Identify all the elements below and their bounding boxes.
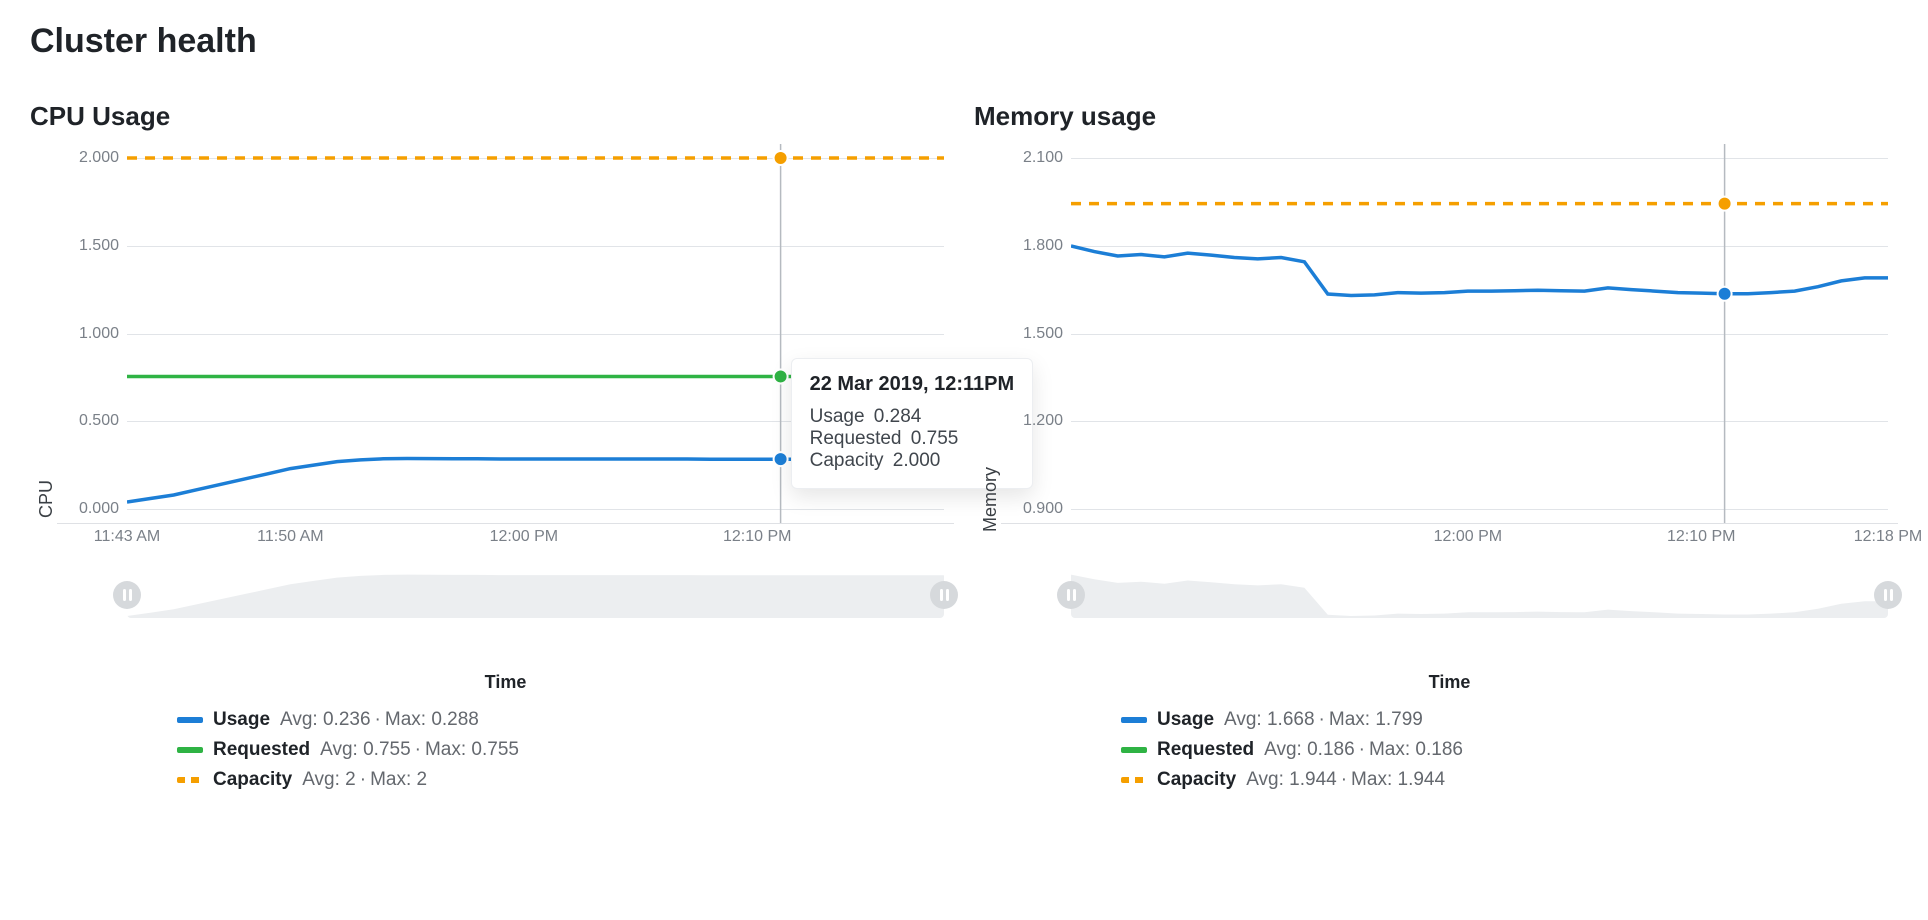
cpu-panel: CPU Usage CPU 2.000 1.500 1.000 0.500 <box>30 101 954 795</box>
y-tick: 2.100 <box>1001 149 1063 167</box>
x-tick: 12:10 PM <box>1667 528 1735 546</box>
memory-plot-area[interactable]: 2.100 1.800 1.500 1.200 0.900 <box>1001 144 1898 524</box>
cpu-x-axis-label: Time <box>57 672 954 693</box>
range-handle-right[interactable] <box>930 581 958 609</box>
legend-series-stats: Avg: 1.944·Max: 1.944 <box>1246 765 1445 795</box>
y-tick: 0.500 <box>57 412 119 430</box>
legend-item[interactable]: Usage Avg: 0.236·Max: 0.288 <box>177 705 954 735</box>
legend-series-stats: Avg: 0.186·Max: 0.186 <box>1264 735 1463 765</box>
charts-row: CPU Usage CPU 2.000 1.500 1.000 0.500 <box>30 101 1898 795</box>
cpu-y-axis-label: CPU <box>30 420 57 518</box>
x-tick: 12:00 PM <box>490 528 558 546</box>
y-tick: 0.900 <box>1001 500 1063 518</box>
memory-x-ticks: 12:00 PM12:10 PM12:18 PM <box>1071 528 1888 558</box>
x-tick: 12:00 PM <box>1434 528 1502 546</box>
y-tick: 1.200 <box>1001 412 1063 430</box>
y-tick: 1.500 <box>1001 325 1063 343</box>
legend-item[interactable]: Usage Avg: 1.668·Max: 1.799 <box>1121 705 1898 735</box>
legend-swatch <box>1121 747 1147 753</box>
range-slider-track <box>1071 572 1888 618</box>
x-tick: 12:10 PM <box>723 528 791 546</box>
legend-series-stats: Avg: 0.236·Max: 0.288 <box>280 705 479 735</box>
cpu-chart-title: CPU Usage <box>30 101 954 132</box>
range-slider-track <box>127 572 944 618</box>
memory-range-slider[interactable] <box>1071 572 1888 618</box>
legend-series-stats: Avg: 1.668·Max: 1.799 <box>1224 705 1423 735</box>
memory-chart-title: Memory usage <box>974 101 1898 132</box>
legend-series-name: Capacity <box>213 765 292 795</box>
y-tick: 2.000 <box>57 149 119 167</box>
legend-series-name: Usage <box>213 705 270 735</box>
x-tick: 12:18 PM <box>1854 528 1922 546</box>
legend-item[interactable]: Requested Avg: 0.755·Max: 0.755 <box>177 735 954 765</box>
range-handle-left[interactable] <box>113 581 141 609</box>
memory-y-axis-label: Memory <box>974 407 1001 532</box>
y-tick: 1.000 <box>57 325 119 343</box>
cpu-plot-area[interactable]: 2.000 1.500 1.000 0.500 0.000 22 Mar 201… <box>57 144 954 524</box>
memory-series-svg <box>1071 144 1888 523</box>
legend-series-stats: Avg: 2·Max: 2 <box>302 765 427 795</box>
range-handle-left[interactable] <box>1057 581 1085 609</box>
page-title: Cluster health <box>30 22 1898 61</box>
x-tick: 11:43 AM <box>94 528 160 546</box>
memory-panel: Memory usage Memory 2.100 1.800 1.500 1.… <box>974 101 1898 795</box>
legend-item[interactable]: Capacity Avg: 2·Max: 2 <box>177 765 954 795</box>
y-tick: 1.800 <box>1001 237 1063 255</box>
legend-series-name: Requested <box>1157 735 1254 765</box>
legend-series-name: Capacity <box>1157 765 1236 795</box>
legend-swatch <box>1121 717 1147 723</box>
legend-item[interactable]: Requested Avg: 0.186·Max: 0.186 <box>1121 735 1898 765</box>
legend-swatch <box>1121 777 1147 783</box>
legend-swatch <box>177 777 203 783</box>
range-handle-right[interactable] <box>1874 581 1902 609</box>
cpu-legend: UsageAvg: 0.236·Max: 0.288RequestedAvg: … <box>57 705 954 795</box>
tooltip-timestamp: 22 Mar 2019, 12:11PM <box>810 373 1015 396</box>
y-tick: 1.500 <box>57 237 119 255</box>
legend-swatch <box>177 717 203 723</box>
legend-series-stats: Avg: 0.755·Max: 0.755 <box>320 735 519 765</box>
legend-item[interactable]: Capacity Avg: 1.944·Max: 1.944 <box>1121 765 1898 795</box>
memory-legend: UsageAvg: 1.668·Max: 1.799RequestedAvg: … <box>1001 705 1898 795</box>
cpu-range-slider[interactable] <box>127 572 944 618</box>
legend-series-name: Usage <box>1157 705 1214 735</box>
dashboard-root: Cluster health CPU Usage CPU 2.000 1.500… <box>0 0 1928 835</box>
cpu-x-ticks: 11:43 AM11:50 AM12:00 PM12:10 PM <box>127 528 944 558</box>
legend-swatch <box>177 747 203 753</box>
x-tick: 11:50 AM <box>257 528 323 546</box>
y-tick: 0.000 <box>57 500 119 518</box>
memory-x-axis-label: Time <box>1001 672 1898 693</box>
legend-series-name: Requested <box>213 735 310 765</box>
